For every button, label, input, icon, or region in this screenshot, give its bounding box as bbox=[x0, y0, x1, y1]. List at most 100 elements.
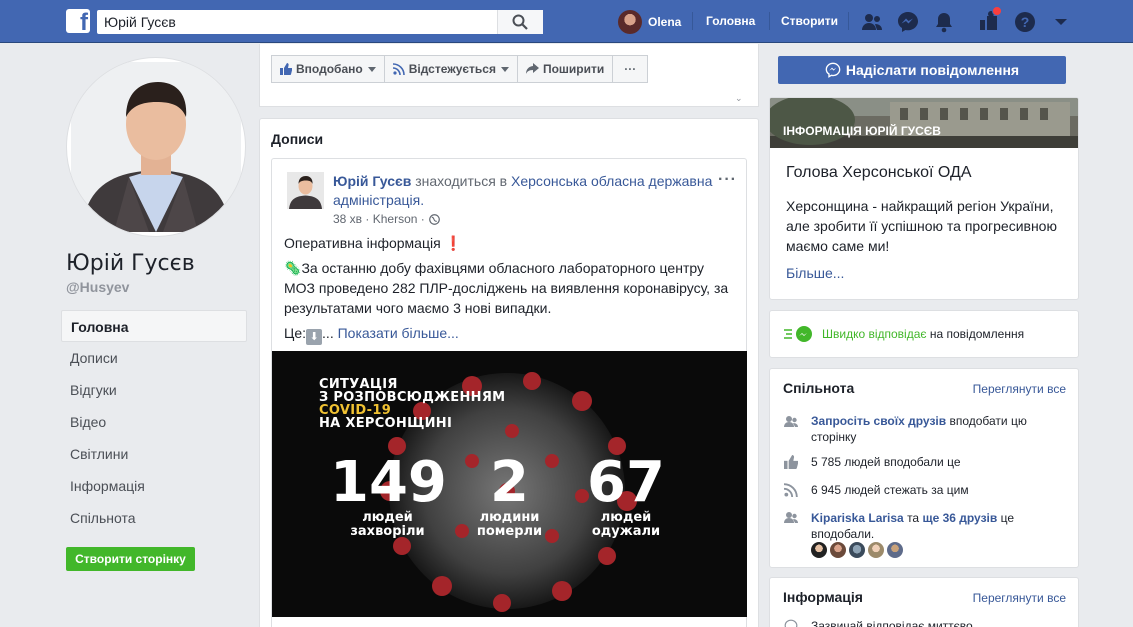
nav-item-photos[interactable]: Світлини bbox=[61, 438, 247, 470]
post-header: Юрій Гусєв знаходиться в Херсонська обла… bbox=[333, 172, 713, 210]
like-label: Вподобано bbox=[296, 62, 363, 76]
post-image[interactable]: СИТУАЦІЯ З РОЗПОВСЮДЖЕННЯМ COVID-19 НА Х… bbox=[272, 351, 747, 617]
create-page-button[interactable]: Створити сторінку bbox=[66, 547, 195, 571]
invite-friends-link[interactable]: Запросіть своїх друзів bbox=[811, 414, 946, 428]
divider bbox=[848, 12, 849, 30]
avatar[interactable] bbox=[868, 542, 884, 558]
notification-badge bbox=[992, 6, 1002, 16]
divider bbox=[692, 12, 693, 30]
rss-icon bbox=[392, 63, 405, 75]
invite-friends-icon bbox=[784, 416, 798, 427]
page-title: Юрій Гусєв bbox=[66, 251, 195, 276]
image-title: СИТУАЦІЯ З РОЗПОВСЮДЖЕННЯМ COVID-19 НА Х… bbox=[319, 378, 505, 430]
response-rest: на повідомлення bbox=[929, 327, 1025, 341]
about-description: Херсонщина - найкращий регіон України, а… bbox=[786, 198, 1057, 254]
nav-home[interactable]: Головна bbox=[706, 14, 755, 28]
user-profile-link[interactable]: Olena bbox=[618, 9, 681, 35]
scroll-down-icon[interactable]: ⌄ bbox=[735, 93, 745, 103]
post-author-avatar[interactable] bbox=[287, 172, 324, 209]
share-label: Поширити bbox=[542, 62, 605, 76]
send-message-label: Надіслати повідомлення bbox=[845, 62, 1020, 78]
post-line-3: Це: bbox=[284, 325, 307, 341]
about-banner-image[interactable]: ІНФОРМАЦІЯ ЮРІЙ ГУСЄВ bbox=[770, 98, 1078, 148]
svg-text:?: ? bbox=[1021, 14, 1030, 30]
nav-item-home[interactable]: Головна bbox=[61, 310, 247, 342]
page-action-bar: Вподобано Відстежується Поширити ··· ⌄ bbox=[259, 44, 759, 107]
stat-died: 2 людини померли bbox=[472, 455, 547, 539]
posts-title: Дописи bbox=[271, 131, 324, 147]
microbe-icon: 🦠 bbox=[284, 260, 302, 276]
about-info-card: Інформація Переглянути все Зазвичай відп… bbox=[769, 577, 1079, 627]
post-line-2: За останню добу фахівцями обласного лабо… bbox=[284, 260, 729, 316]
nav-item-reviews[interactable]: Відгуки bbox=[61, 374, 247, 406]
posts-section: Дописи Юрій Гусєв знаходиться в Херсонсь… bbox=[259, 118, 759, 627]
messenger-icon bbox=[784, 619, 798, 627]
about-headline: Голова Херсонської ОДА bbox=[786, 164, 972, 181]
more-options-button[interactable]: ··· bbox=[612, 55, 649, 83]
share-button[interactable]: Поширити bbox=[516, 55, 614, 83]
response-card: Швидко відповідає на повідомлення bbox=[769, 310, 1079, 358]
nav-item-videos[interactable]: Відео bbox=[61, 406, 247, 438]
caret-down-icon bbox=[500, 66, 509, 72]
community-see-all-link[interactable]: Переглянути все bbox=[973, 382, 1066, 396]
search-input[interactable] bbox=[97, 10, 497, 34]
stat-label: захворіли bbox=[350, 524, 425, 539]
post-author[interactable]: Юрій Гусєв bbox=[333, 173, 411, 189]
avatar[interactable] bbox=[887, 542, 903, 558]
nav-item-about[interactable]: Інформація bbox=[61, 470, 247, 502]
search-box bbox=[97, 10, 543, 34]
post-location[interactable]: Kherson bbox=[373, 212, 418, 226]
post-is-at: знаходиться в bbox=[415, 173, 508, 189]
info-see-all-link[interactable]: Переглянути все bbox=[973, 591, 1066, 605]
caret-down-icon bbox=[367, 66, 376, 72]
nav-item-community[interactable]: Спільнота bbox=[61, 502, 247, 534]
stat-value: 2 bbox=[490, 450, 529, 515]
community-friends: Kipariska Larisa та ще 36 друзів це впод… bbox=[811, 510, 1061, 542]
facebook-logo-icon[interactable]: f bbox=[66, 9, 90, 33]
more-friends-link[interactable]: ще 36 друзів bbox=[922, 511, 997, 525]
search-button[interactable] bbox=[497, 10, 543, 34]
friend-name-link[interactable]: Kipariska Larisa bbox=[811, 511, 904, 525]
divider bbox=[769, 12, 770, 30]
stat-label: людини bbox=[479, 510, 540, 525]
top-bar: f Olena Головна Створити ? bbox=[0, 0, 1133, 43]
profile-photo bbox=[71, 62, 241, 232]
info-title: Інформація bbox=[783, 589, 863, 605]
stat-label: померли bbox=[476, 524, 543, 539]
about-card: ІНФОРМАЦІЯ ЮРІЙ ГУСЄВ Голова Херсонської… bbox=[769, 97, 1079, 300]
like-button[interactable]: Вподобано bbox=[271, 55, 385, 83]
search-icon bbox=[512, 14, 528, 30]
friends-icon[interactable] bbox=[860, 10, 884, 34]
response-fast: Швидко відповідає bbox=[822, 327, 927, 341]
community-likes: 5 785 людей вподобали це bbox=[811, 455, 961, 469]
send-message-button[interactable]: Надіслати повідомлення bbox=[778, 56, 1066, 84]
user-name: Olena bbox=[648, 15, 682, 29]
messenger-icon[interactable] bbox=[896, 10, 920, 34]
post-time[interactable]: 38 хв bbox=[333, 212, 362, 226]
avatar[interactable] bbox=[830, 542, 846, 558]
profile-picture[interactable] bbox=[66, 57, 246, 237]
globe-icon[interactable] bbox=[428, 213, 440, 225]
notifications-icon[interactable] bbox=[932, 10, 956, 34]
page-username[interactable]: @Husyev bbox=[66, 279, 129, 295]
avatar[interactable] bbox=[849, 542, 865, 558]
community-title: Спільнота bbox=[783, 380, 855, 396]
share-icon bbox=[525, 63, 539, 74]
exclamation-icon: ❗ bbox=[444, 235, 462, 251]
about-more-link[interactable]: Більше... bbox=[786, 265, 844, 281]
show-more-link[interactable]: Показати більше... bbox=[338, 325, 459, 341]
caret-down-icon[interactable] bbox=[1049, 10, 1073, 34]
about-banner-label: ІНФОРМАЦІЯ ЮРІЙ ГУСЄВ bbox=[783, 124, 941, 138]
stat-value: 67 bbox=[587, 450, 665, 515]
friends-icon bbox=[784, 512, 798, 523]
post-options-icon[interactable]: ··· bbox=[718, 171, 737, 189]
follow-button[interactable]: Відстежується bbox=[383, 55, 518, 83]
nav-create[interactable]: Створити bbox=[781, 14, 838, 28]
rss-icon bbox=[784, 483, 798, 497]
messenger-icon bbox=[825, 62, 841, 78]
community-follows: 6 945 людей стежать за цим bbox=[811, 483, 969, 497]
help-icon[interactable]: ? bbox=[1013, 10, 1037, 34]
nav-item-posts[interactable]: Дописи bbox=[61, 342, 247, 374]
avatar[interactable] bbox=[811, 542, 827, 558]
arrow-down-icon: ⬇ bbox=[306, 329, 323, 345]
